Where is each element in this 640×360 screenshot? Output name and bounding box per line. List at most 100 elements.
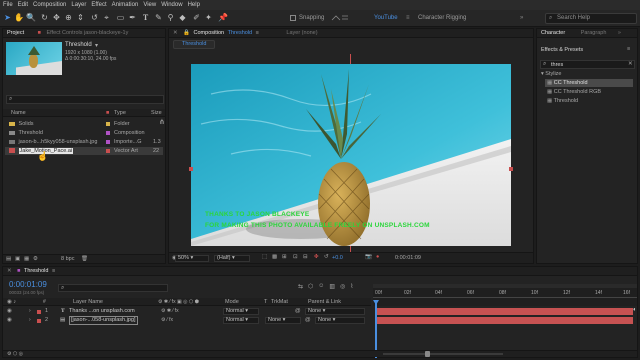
video-visibility-icon[interactable]: ◉ — [7, 307, 12, 316]
tab-paragraph[interactable]: Paragraph — [581, 30, 607, 36]
menu-view[interactable]: View — [143, 2, 156, 8]
tab-menu-icon[interactable]: ≡ — [256, 30, 259, 36]
menu-layer[interactable]: Layer — [71, 2, 86, 8]
eraser-tool-icon[interactable]: ◆ — [178, 13, 187, 23]
hand-tool-icon[interactable]: ✋ — [14, 13, 24, 23]
project-settings-icon[interactable]: ⚙ — [33, 256, 38, 262]
layer-mode-select[interactable]: Normal ▾ — [223, 308, 259, 315]
comp-viewer[interactable]: THANKS TO JASON BLACKEYE FOR MAKING THIS… — [191, 64, 511, 246]
timeline-timecode[interactable]: 0:00:01:09 — [9, 280, 47, 289]
pin-tool-icon[interactable]: 📌 — [218, 13, 228, 23]
close-tab-icon[interactable]: ✕ — [173, 30, 178, 36]
resolution-select[interactable]: (Half) ▾ — [214, 255, 250, 262]
project-item-solids[interactable]: Solids Folder — [5, 120, 163, 128]
viewer-timecode[interactable]: 0:00:01:09 — [395, 255, 421, 261]
draft-3d-icon[interactable]: ⬡ — [308, 283, 313, 290]
selected-item-dropdown-icon[interactable]: ▾ — [95, 42, 98, 49]
graph-editor-icon[interactable]: ⌇ — [350, 283, 353, 290]
composition-mini-flowchart-icon[interactable]: ⇆ — [298, 283, 303, 290]
effect-threshold[interactable]: ▦ Threshold — [545, 97, 578, 105]
layer-mode-select[interactable]: Normal ▾ — [223, 317, 259, 324]
timeline-layer-row[interactable]: ◉ › 1 T Thanks ...on unsplash.com ⚙ ✱ ⁄ … — [3, 307, 371, 316]
exposure-value[interactable]: +0.0 — [332, 255, 343, 261]
3d-view-icon[interactable]: ⊡ — [293, 254, 298, 260]
channel-icon[interactable]: ✤ — [314, 254, 319, 260]
menu-help[interactable]: Help — [188, 2, 200, 8]
frame-blending-icon[interactable]: ▥ — [329, 283, 335, 290]
work-area-bar[interactable] — [373, 284, 637, 288]
exposure-reset-icon[interactable]: ↺ — [324, 254, 329, 260]
tab-project[interactable]: Project — [7, 30, 24, 36]
puppet-tool-icon[interactable]: ✦ — [204, 13, 213, 23]
anchor-tool-icon[interactable]: ⌖ — [102, 13, 111, 23]
project-item-ai[interactable]: Jake_Motion_Pace.ai Vector Art 22 — [5, 147, 163, 155]
header-parent[interactable]: Parent & Link — [308, 299, 341, 305]
track-tool-icon[interactable]: ⊕ — [64, 13, 73, 23]
header-mode[interactable]: Mode — [225, 299, 239, 305]
brush-tool-icon[interactable]: ✎ — [154, 13, 163, 23]
menu-edit[interactable]: Edit — [18, 2, 28, 8]
bpc-label[interactable]: 8 bpc — [61, 256, 74, 262]
dolly-tool-icon[interactable]: ⇕ — [76, 13, 85, 23]
workspace-character-rigging[interactable]: Character Rigging — [418, 15, 466, 21]
roto-brush-tool-icon[interactable]: ✐ — [192, 13, 201, 23]
tab-composition[interactable]: Composition — [194, 30, 225, 36]
motion-blur-icon[interactable]: ◎ — [340, 283, 345, 290]
layer-name[interactable]: Thanks ...on unsplash.com — [69, 307, 135, 316]
snapping-options-icon[interactable] — [330, 14, 350, 22]
clone-stamp-tool-icon[interactable]: ⚲ — [166, 13, 175, 23]
comp-flowchart-tab[interactable]: Threshold — [173, 40, 216, 49]
zoom-slider[interactable] — [383, 351, 503, 357]
tab-timeline-threshold[interactable]: Threshold — [24, 268, 48, 274]
timeline-tab-menu-icon[interactable]: ≡ — [52, 268, 55, 274]
expand-layer-icon[interactable]: › — [29, 307, 31, 316]
rectangle-tool-icon[interactable]: ▭ — [116, 13, 125, 23]
rotate-tool-icon[interactable]: ↺ — [90, 13, 99, 23]
menu-window[interactable]: Window — [161, 2, 182, 8]
close-timeline-icon[interactable]: ✕ — [7, 268, 12, 274]
header-layer-name[interactable]: Layer Name — [73, 299, 103, 305]
orbit-tool-icon[interactable]: ↻ — [40, 13, 49, 23]
search-help-input[interactable]: ⌕ Search Help — [545, 13, 637, 24]
layer-parent-select[interactable]: None ▾ — [305, 308, 365, 315]
menu-file[interactable]: File — [3, 2, 13, 8]
parent-pickwhip-icon[interactable]: @ — [295, 307, 301, 316]
layer-parent-select[interactable]: None ▾ — [315, 317, 365, 324]
label-column-icon[interactable]: ■ — [106, 110, 109, 116]
trash-icon[interactable]: 🗑 — [81, 256, 88, 262]
layer-label-swatch[interactable] — [37, 319, 41, 323]
clear-search-icon[interactable]: ✕ — [628, 61, 633, 67]
zoom-slider-thumb[interactable] — [425, 351, 430, 357]
label-header-icon[interactable]: # — [43, 299, 46, 305]
selection-tool-icon[interactable]: ➤ — [3, 13, 12, 23]
column-size[interactable]: Size — [151, 110, 162, 116]
layer-name[interactable]: [jason-...058-unsplash.jpg] — [69, 316, 138, 325]
column-type[interactable]: Type — [114, 110, 126, 116]
menu-animation[interactable]: Animation — [112, 2, 139, 8]
column-name[interactable]: Name — [11, 110, 26, 116]
effects-presets-title[interactable]: Effects & Presets — [541, 47, 583, 53]
tab-character[interactable]: Character — [541, 30, 565, 36]
region-of-interest-icon[interactable]: ⬚ — [262, 254, 267, 260]
workspace-youtube[interactable]: YouTube — [374, 15, 398, 21]
layer-bar-2[interactable] — [377, 317, 633, 324]
toggle-switches-icon[interactable]: ⚙ ⬡ ◎ — [7, 351, 23, 357]
workspace-menu-icon[interactable]: » — [520, 15, 523, 21]
effect-cc-threshold-rgb[interactable]: ▦ CC Threshold RGB — [545, 88, 601, 96]
effects-category[interactable]: ▾ Stylize — [541, 71, 562, 77]
type-tool-icon[interactable]: T — [141, 13, 150, 23]
zoom-tool-icon[interactable]: 🔍 — [26, 13, 36, 23]
layer-switches[interactable]: ⚙ ✱ ⁄ fx — [161, 307, 179, 316]
menu-effect[interactable]: Effect — [91, 2, 106, 8]
magnification-select[interactable]: 50% ▾ — [175, 255, 209, 262]
snapshot-icon[interactable]: 📷 — [365, 254, 372, 260]
tab-effect-controls[interactable]: Effect Controls jason-blackeye-1y — [47, 30, 129, 36]
timeline-search-input[interactable]: ⌕ — [58, 284, 168, 292]
interpret-footage-icon[interactable]: ▤ — [6, 256, 11, 262]
show-snapshot-icon[interactable]: ● — [376, 254, 379, 260]
layer-switches[interactable]: ⚙ ⁄ fx — [161, 316, 173, 325]
transparency-grid-icon[interactable]: ▩ — [272, 254, 277, 260]
snapping-checkbox[interactable] — [290, 15, 296, 21]
new-composition-icon[interactable]: ▦ — [24, 256, 29, 262]
time-ruler[interactable]: 00f 02f 04f 06f 08f 10f 12f 14f 16f — [373, 284, 637, 306]
